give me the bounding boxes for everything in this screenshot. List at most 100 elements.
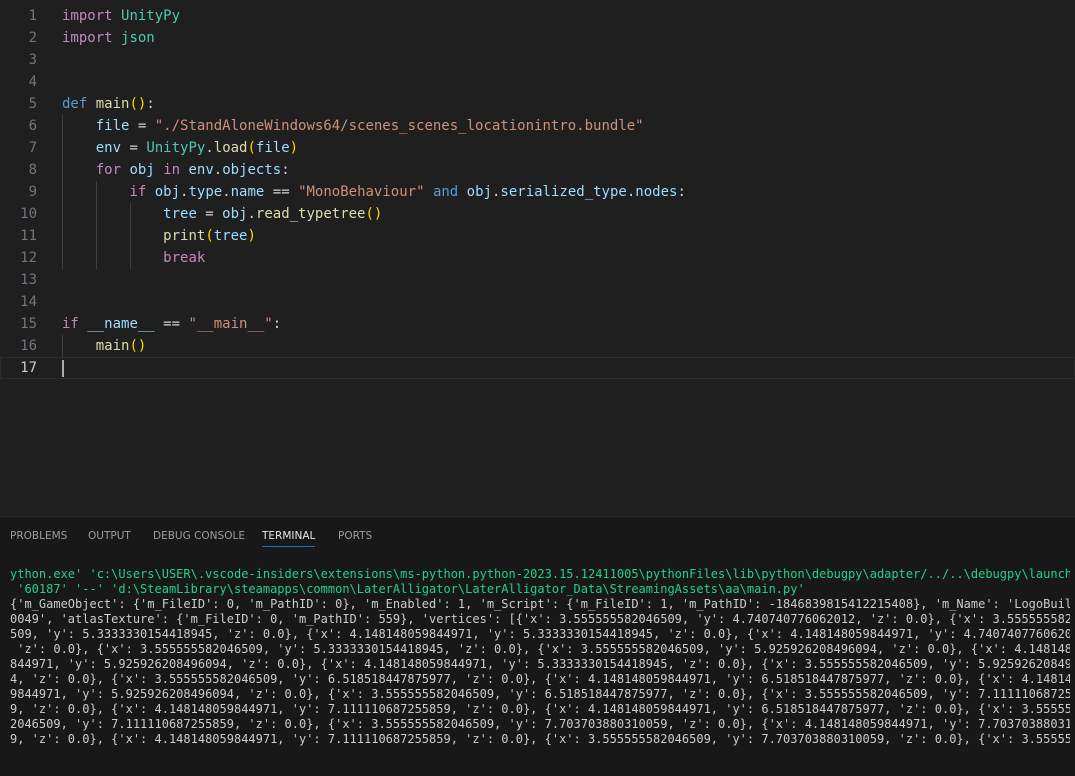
- code-token: obj: [466, 184, 492, 200]
- code-line[interactable]: 3: [0, 49, 1075, 71]
- line-number: 2: [28, 30, 37, 46]
- code-token: =: [129, 118, 155, 134]
- bottom-panel: PROBLEMS OUTPUT DEBUG CONSOLE TERMINAL P…: [0, 516, 1075, 776]
- code-text: tree = obj.read_typetree(): [62, 203, 382, 225]
- code-token: env: [95, 140, 122, 156]
- panel-tab-bar: PROBLEMS OUTPUT DEBUG CONSOLE TERMINAL P…: [0, 517, 1075, 555]
- code-line[interactable]: 8 for obj in env.objects:: [0, 159, 1075, 181]
- tab-problems[interactable]: PROBLEMS: [10, 529, 67, 555]
- tab-debug-console[interactable]: DEBUG CONSOLE: [153, 529, 245, 555]
- code-token: (: [205, 228, 214, 244]
- code-text: main(): [62, 335, 147, 357]
- code-token: :: [146, 96, 155, 112]
- code-line[interactable]: 17: [0, 357, 1075, 379]
- code-text: if __name__ == "__main__":: [62, 313, 281, 335]
- code-line[interactable]: 4: [0, 71, 1075, 93]
- code-token: name: [230, 184, 265, 200]
- code-token: if: [129, 184, 147, 200]
- code-text: if obj.type.name == "MonoBehaviour" and …: [62, 181, 686, 203]
- code-line[interactable]: 16 main(): [0, 335, 1075, 357]
- code-token: if: [62, 316, 79, 332]
- code-line[interactable]: 2 import json: [0, 27, 1075, 49]
- line-number: 7: [28, 140, 37, 156]
- code-line[interactable]: 10 tree = obj.read_typetree(): [0, 203, 1075, 225]
- code-line[interactable]: 9 if obj.type.name == "MonoBehaviour" an…: [0, 181, 1075, 203]
- code-text: def main():: [62, 93, 155, 115]
- code-token: env: [188, 162, 214, 178]
- code-token: break: [163, 250, 206, 266]
- code-token: ==: [154, 316, 189, 332]
- code-token: main: [95, 96, 130, 112]
- code-token: tree: [213, 228, 248, 244]
- tab-output[interactable]: OUTPUT: [88, 529, 131, 555]
- code-token: obj: [129, 162, 155, 178]
- code-editor[interactable]: 1 import UnityPy 2 import json 3 4 5 def main()…: [0, 0, 1075, 515]
- code-token: obj: [222, 206, 248, 222]
- terminal-line: 0049', 'atlasTexture': {'m_FileID': 0, '…: [10, 612, 1070, 626]
- code-token: file: [95, 118, 130, 134]
- code-token: type: [188, 184, 223, 200]
- code-token: objects: [222, 162, 282, 178]
- terminal-output[interactable]: ython.exe' 'c:\Users\USER\.vscode-inside…: [10, 567, 1070, 747]
- line-number: 8: [28, 162, 37, 178]
- code-token: .: [213, 162, 223, 178]
- terminal-line: 509, 'y': 5.3333330154418945, 'z': 0.0},…: [10, 627, 1070, 641]
- line-number: 15: [20, 316, 37, 332]
- code-token: and: [432, 184, 459, 200]
- code-text: print(tree): [62, 225, 256, 247]
- code-line[interactable]: 11 print(tree): [0, 225, 1075, 247]
- code-token: in: [163, 162, 181, 178]
- terminal-line: 2046509, 'y': 7.111110687255859, 'z': 0.…: [10, 717, 1070, 731]
- code-token: =: [196, 206, 223, 222]
- code-text: break: [62, 247, 205, 269]
- code-token: print: [163, 228, 206, 244]
- code-token: :: [677, 184, 686, 200]
- text-cursor: [62, 360, 64, 377]
- code-text: import json: [62, 27, 155, 49]
- code-token: "./StandAloneWindows64/scenes_scenes_loc…: [154, 118, 644, 134]
- code-line[interactable]: 5 def main():: [0, 93, 1075, 115]
- line-number: 1: [28, 8, 37, 24]
- code-token: (): [129, 338, 147, 354]
- line-number: 5: [28, 96, 37, 112]
- code-text: import UnityPy: [62, 5, 180, 27]
- code-token: UnityPy: [146, 140, 206, 156]
- code-token: main: [95, 338, 130, 354]
- code-token: load: [213, 140, 248, 156]
- code-text: for obj in env.objects:: [62, 159, 290, 181]
- code-token: import: [62, 8, 113, 24]
- line-number: 3: [28, 52, 37, 68]
- line-number: 4: [28, 74, 37, 90]
- code-token: ): [289, 140, 299, 156]
- line-number: 6: [28, 118, 37, 134]
- tab-terminal[interactable]: TERMINAL: [262, 529, 316, 547]
- code-line[interactable]: 7 env = UnityPy.load(file): [0, 137, 1075, 159]
- code-line[interactable]: 14: [0, 291, 1075, 313]
- code-token: (): [129, 96, 147, 112]
- line-number: 11: [20, 228, 37, 244]
- code-line[interactable]: 12 break: [0, 247, 1075, 269]
- code-line[interactable]: 6 file = "./StandAloneWindows64/scenes_s…: [0, 115, 1075, 137]
- tab-ports[interactable]: PORTS: [338, 529, 372, 555]
- code-line[interactable]: 1 import UnityPy: [0, 5, 1075, 27]
- code-token: .: [247, 206, 256, 222]
- code-token: tree: [163, 206, 197, 222]
- code-token: ): [247, 228, 256, 244]
- code-line[interactable]: 15 if __name__ == "__main__":: [0, 313, 1075, 335]
- code-token: obj: [154, 184, 181, 200]
- terminal-line: '60187' '--' 'd:\SteamLibrary\steamapps\…: [10, 582, 805, 596]
- code-token: .: [222, 184, 231, 200]
- line-number: 17: [20, 360, 37, 376]
- code-token: file: [255, 140, 290, 156]
- code-line[interactable]: 13: [0, 269, 1075, 291]
